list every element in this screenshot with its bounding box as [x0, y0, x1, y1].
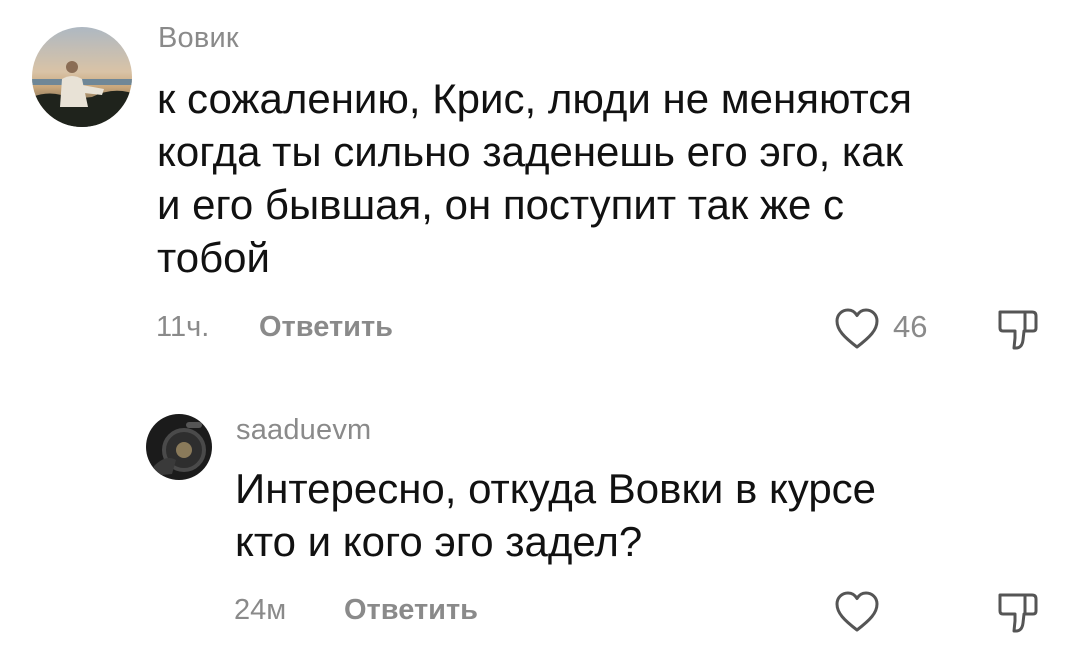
comment-text-line: когда ты сильно заденешь его эго, как: [157, 128, 903, 175]
comment-text: Интересно, откуда Вовки в курсе кто и ко…: [235, 462, 1035, 568]
comment: Вовик к сожалению, Крис, люди не меняютс…: [0, 0, 1080, 390]
thumbs-down-icon[interactable]: [996, 589, 1040, 637]
thumbs-down-icon[interactable]: [996, 306, 1040, 354]
comment-text-line: к сожалению, Крис, люди не меняются: [157, 75, 913, 122]
avatar[interactable]: [32, 27, 132, 127]
comment-text-line: и его бывшая, он поступит так же с: [157, 181, 845, 228]
comment-text-line: Интересно, откуда Вовки в курсе: [235, 465, 877, 512]
comment-text: к сожалению, Крис, люди не меняются когд…: [157, 72, 1057, 284]
comment-username[interactable]: saaduevm: [236, 414, 371, 447]
reply-button[interactable]: Ответить: [344, 594, 478, 627]
heart-icon[interactable]: [834, 307, 880, 351]
comment-text-line: кто и кого эго задел?: [235, 518, 643, 565]
comment-text-line: тобой: [157, 234, 270, 281]
comment-timestamp: 24м: [234, 594, 287, 626]
like-count: 46: [893, 309, 928, 344]
reply-button[interactable]: Ответить: [259, 311, 393, 344]
comment-username[interactable]: Вовик: [158, 22, 239, 55]
comment-timestamp: 11ч.: [156, 311, 210, 343]
avatar[interactable]: [146, 414, 212, 480]
heart-icon[interactable]: [834, 590, 880, 634]
